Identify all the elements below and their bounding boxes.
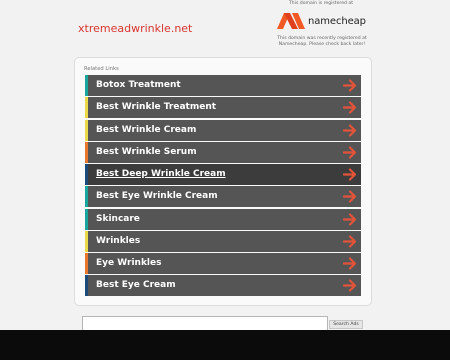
related-links-title: Related Links (84, 66, 119, 72)
related-link-label: Botox Treatment (96, 80, 181, 90)
related-link-label: Best Wrinkle Cream (96, 124, 197, 135)
related-link[interactable]: Eye Wrinkles (85, 253, 361, 274)
arrow-right-icon (343, 146, 357, 159)
arrow-right-icon (343, 257, 357, 270)
related-link[interactable]: Best Wrinkle Cream (85, 119, 361, 141)
related-link[interactable]: Skincare (85, 208, 361, 230)
arrow-right-icon (343, 212, 357, 226)
related-link[interactable]: Best Deep Wrinkle Cream (85, 164, 361, 185)
namecheap-n-icon (277, 13, 305, 29)
related-link-label: Best Eye Wrinkle Cream (96, 191, 218, 202)
arrow-right-icon (343, 79, 357, 92)
arrow-right-icon (343, 235, 357, 248)
registrar-note: This domain was recently registered at N… (277, 36, 367, 47)
logo-text: namecheap (308, 15, 366, 27)
related-link-label: Best Deep Wrinkle Cream (96, 169, 226, 179)
related-link-label: Wrinkles (96, 235, 141, 246)
related-link[interactable]: Best Eye Wrinkle Cream (85, 186, 361, 208)
arrow-right-icon (343, 123, 357, 137)
namecheap-logo[interactable]: namecheap (276, 10, 366, 32)
search-input[interactable] (82, 316, 328, 331)
registrar-caption: This domain is registered at (288, 1, 354, 6)
related-link-label: Best Wrinkle Treatment (96, 102, 217, 113)
related-link[interactable]: Best Eye Cream (85, 275, 361, 297)
search-ads-button[interactable]: Search Ads (329, 320, 363, 329)
footer-bar (0, 330, 450, 360)
related-link[interactable]: Wrinkles (85, 230, 361, 252)
related-link-label: Best Eye Cream (96, 280, 176, 291)
related-link-label: Eye Wrinkles (96, 258, 162, 268)
related-link[interactable]: Best Wrinkle Treatment (85, 97, 361, 119)
related-links-list: Botox Treatment Best Wrinkle Treatment Bes… (85, 75, 361, 298)
arrow-right-icon (343, 279, 357, 292)
related-link-label: Best Wrinkle Serum (96, 146, 197, 157)
related-link-label: Skincare (96, 213, 140, 224)
arrow-right-icon (343, 168, 357, 181)
related-links-panel: Related Links Botox Treatment Best Wrinkl… (74, 57, 372, 306)
domain-name[interactable]: xtremeadwrinkle.net (78, 22, 192, 35)
related-link[interactable]: Botox Treatment (85, 75, 361, 96)
arrow-right-icon (343, 190, 357, 203)
related-link[interactable]: Best Wrinkle Serum (85, 141, 361, 163)
arrow-right-icon (343, 101, 357, 114)
